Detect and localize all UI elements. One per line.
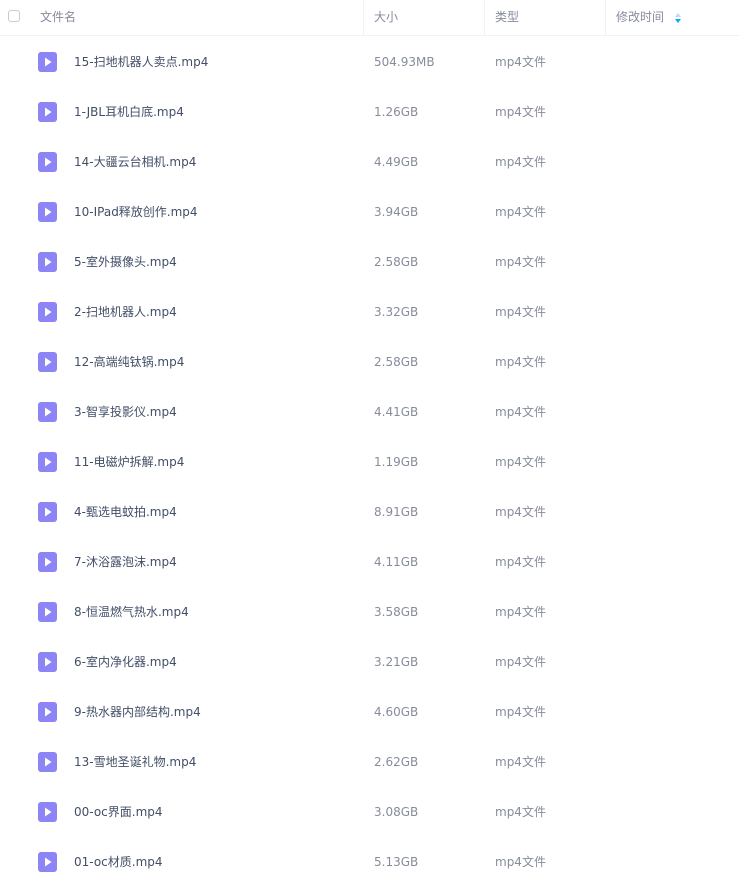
file-type: mp4文件 — [495, 255, 546, 269]
file-type: mp4文件 — [495, 455, 546, 469]
column-header-size[interactable]: 大小 — [374, 0, 398, 35]
file-size: 3.08GB — [374, 805, 419, 819]
file-size: 3.32GB — [374, 305, 419, 319]
file-size: 1.19GB — [374, 455, 419, 469]
video-file-icon — [38, 52, 57, 72]
video-file-icon — [38, 652, 57, 672]
video-file-icon — [38, 802, 57, 822]
file-size: 2.58GB — [374, 355, 419, 369]
file-row[interactable]: 12-高端纯钛锅.mp4 2.58GB mp4文件 — [0, 337, 739, 387]
file-name[interactable]: 13-雪地圣诞礼物.mp4 — [74, 737, 196, 787]
file-size: 4.41GB — [374, 405, 419, 419]
file-size: 2.58GB — [374, 255, 419, 269]
file-type: mp4文件 — [495, 755, 546, 769]
column-header-modified[interactable]: 修改时间 — [616, 0, 664, 35]
file-list-header: 文件名 大小 类型 修改时间 — [0, 0, 739, 36]
video-file-icon — [38, 302, 57, 322]
file-name[interactable]: 4-甄选电蚊拍.mp4 — [74, 487, 177, 537]
file-row[interactable]: 9-热水器内部结构.mp4 4.60GB mp4文件 — [0, 687, 739, 737]
file-type: mp4文件 — [495, 705, 546, 719]
file-name[interactable]: 8-恒温燃气热水.mp4 — [74, 587, 189, 637]
file-name[interactable]: 6-室内净化器.mp4 — [74, 637, 177, 687]
file-row[interactable]: 7-沐浴露泡沫.mp4 4.11GB mp4文件 — [0, 537, 739, 587]
file-size: 3.94GB — [374, 205, 419, 219]
sort-arrows-icon[interactable] — [674, 12, 682, 24]
file-row[interactable]: 2-扫地机器人.mp4 3.32GB mp4文件 — [0, 287, 739, 337]
file-size: 1.26GB — [374, 105, 419, 119]
file-type: mp4文件 — [495, 105, 546, 119]
file-type: mp4文件 — [495, 305, 546, 319]
video-file-icon — [38, 252, 57, 272]
file-type: mp4文件 — [495, 805, 546, 819]
column-header-name[interactable]: 文件名 — [40, 0, 76, 35]
file-type: mp4文件 — [495, 405, 546, 419]
video-file-icon — [38, 552, 57, 572]
file-type: mp4文件 — [495, 605, 546, 619]
video-file-icon — [38, 102, 57, 122]
file-row[interactable]: 13-雪地圣诞礼物.mp4 2.62GB mp4文件 — [0, 737, 739, 787]
file-size: 8.91GB — [374, 505, 419, 519]
file-size: 504.93MB — [374, 55, 435, 69]
file-size: 4.60GB — [374, 705, 419, 719]
file-name[interactable]: 1-JBL耳机白底.mp4 — [74, 87, 184, 137]
file-name[interactable]: 9-热水器内部结构.mp4 — [74, 687, 201, 737]
file-name[interactable]: 3-智享投影仪.mp4 — [74, 387, 177, 437]
video-file-icon — [38, 752, 57, 772]
file-size: 4.11GB — [374, 555, 419, 569]
video-file-icon — [38, 852, 57, 872]
file-size: 3.21GB — [374, 655, 419, 669]
file-name[interactable]: 10-IPad释放创作.mp4 — [74, 187, 198, 237]
video-file-icon — [38, 502, 57, 522]
video-file-icon — [38, 702, 57, 722]
file-row[interactable]: 00-oc界面.mp4 3.08GB mp4文件 — [0, 787, 739, 837]
column-divider[interactable] — [363, 0, 364, 35]
file-name[interactable]: 7-沐浴露泡沫.mp4 — [74, 537, 177, 587]
video-file-icon — [38, 452, 57, 472]
file-type: mp4文件 — [495, 155, 546, 169]
file-name[interactable]: 14-大疆云台相机.mp4 — [74, 137, 196, 187]
file-type: mp4文件 — [495, 655, 546, 669]
video-file-icon — [38, 602, 57, 622]
column-header-type[interactable]: 类型 — [495, 0, 519, 35]
file-row[interactable]: 11-电磁炉拆解.mp4 1.19GB mp4文件 — [0, 437, 739, 487]
file-row[interactable]: 8-恒温燃气热水.mp4 3.58GB mp4文件 — [0, 587, 739, 637]
file-name[interactable]: 11-电磁炉拆解.mp4 — [74, 437, 184, 487]
file-type: mp4文件 — [495, 55, 546, 69]
file-type: mp4文件 — [495, 355, 546, 369]
file-row[interactable]: 3-智享投影仪.mp4 4.41GB mp4文件 — [0, 387, 739, 437]
file-name[interactable]: 12-高端纯钛锅.mp4 — [74, 337, 184, 387]
file-type: mp4文件 — [495, 205, 546, 219]
file-row[interactable]: 5-室外摄像头.mp4 2.58GB mp4文件 — [0, 237, 739, 287]
file-row[interactable]: 15-扫地机器人卖点.mp4 504.93MB mp4文件 — [0, 37, 739, 87]
file-type: mp4文件 — [495, 505, 546, 519]
select-all-checkbox[interactable] — [8, 10, 20, 22]
file-row[interactable]: 1-JBL耳机白底.mp4 1.26GB mp4文件 — [0, 87, 739, 137]
file-type: mp4文件 — [495, 555, 546, 569]
video-file-icon — [38, 202, 57, 222]
file-row[interactable]: 6-室内净化器.mp4 3.21GB mp4文件 — [0, 637, 739, 687]
column-divider[interactable] — [605, 0, 606, 35]
file-size: 4.49GB — [374, 155, 419, 169]
file-row[interactable]: 10-IPad释放创作.mp4 3.94GB mp4文件 — [0, 187, 739, 237]
video-file-icon — [38, 352, 57, 372]
file-size: 3.58GB — [374, 605, 419, 619]
file-list: 15-扫地机器人卖点.mp4 504.93MB mp4文件 1-JBL耳机白底.mp4… — [0, 37, 739, 887]
file-row[interactable]: 4-甄选电蚊拍.mp4 8.91GB mp4文件 — [0, 487, 739, 537]
file-name[interactable]: 15-扫地机器人卖点.mp4 — [74, 37, 208, 87]
column-divider[interactable] — [484, 0, 485, 35]
file-name[interactable]: 00-oc界面.mp4 — [74, 787, 163, 837]
video-file-icon — [38, 402, 57, 422]
file-size: 2.62GB — [374, 755, 419, 769]
file-name[interactable]: 5-室外摄像头.mp4 — [74, 237, 177, 287]
file-row[interactable]: 14-大疆云台相机.mp4 4.49GB mp4文件 — [0, 137, 739, 187]
file-name[interactable]: 2-扫地机器人.mp4 — [74, 287, 177, 337]
video-file-icon — [38, 152, 57, 172]
